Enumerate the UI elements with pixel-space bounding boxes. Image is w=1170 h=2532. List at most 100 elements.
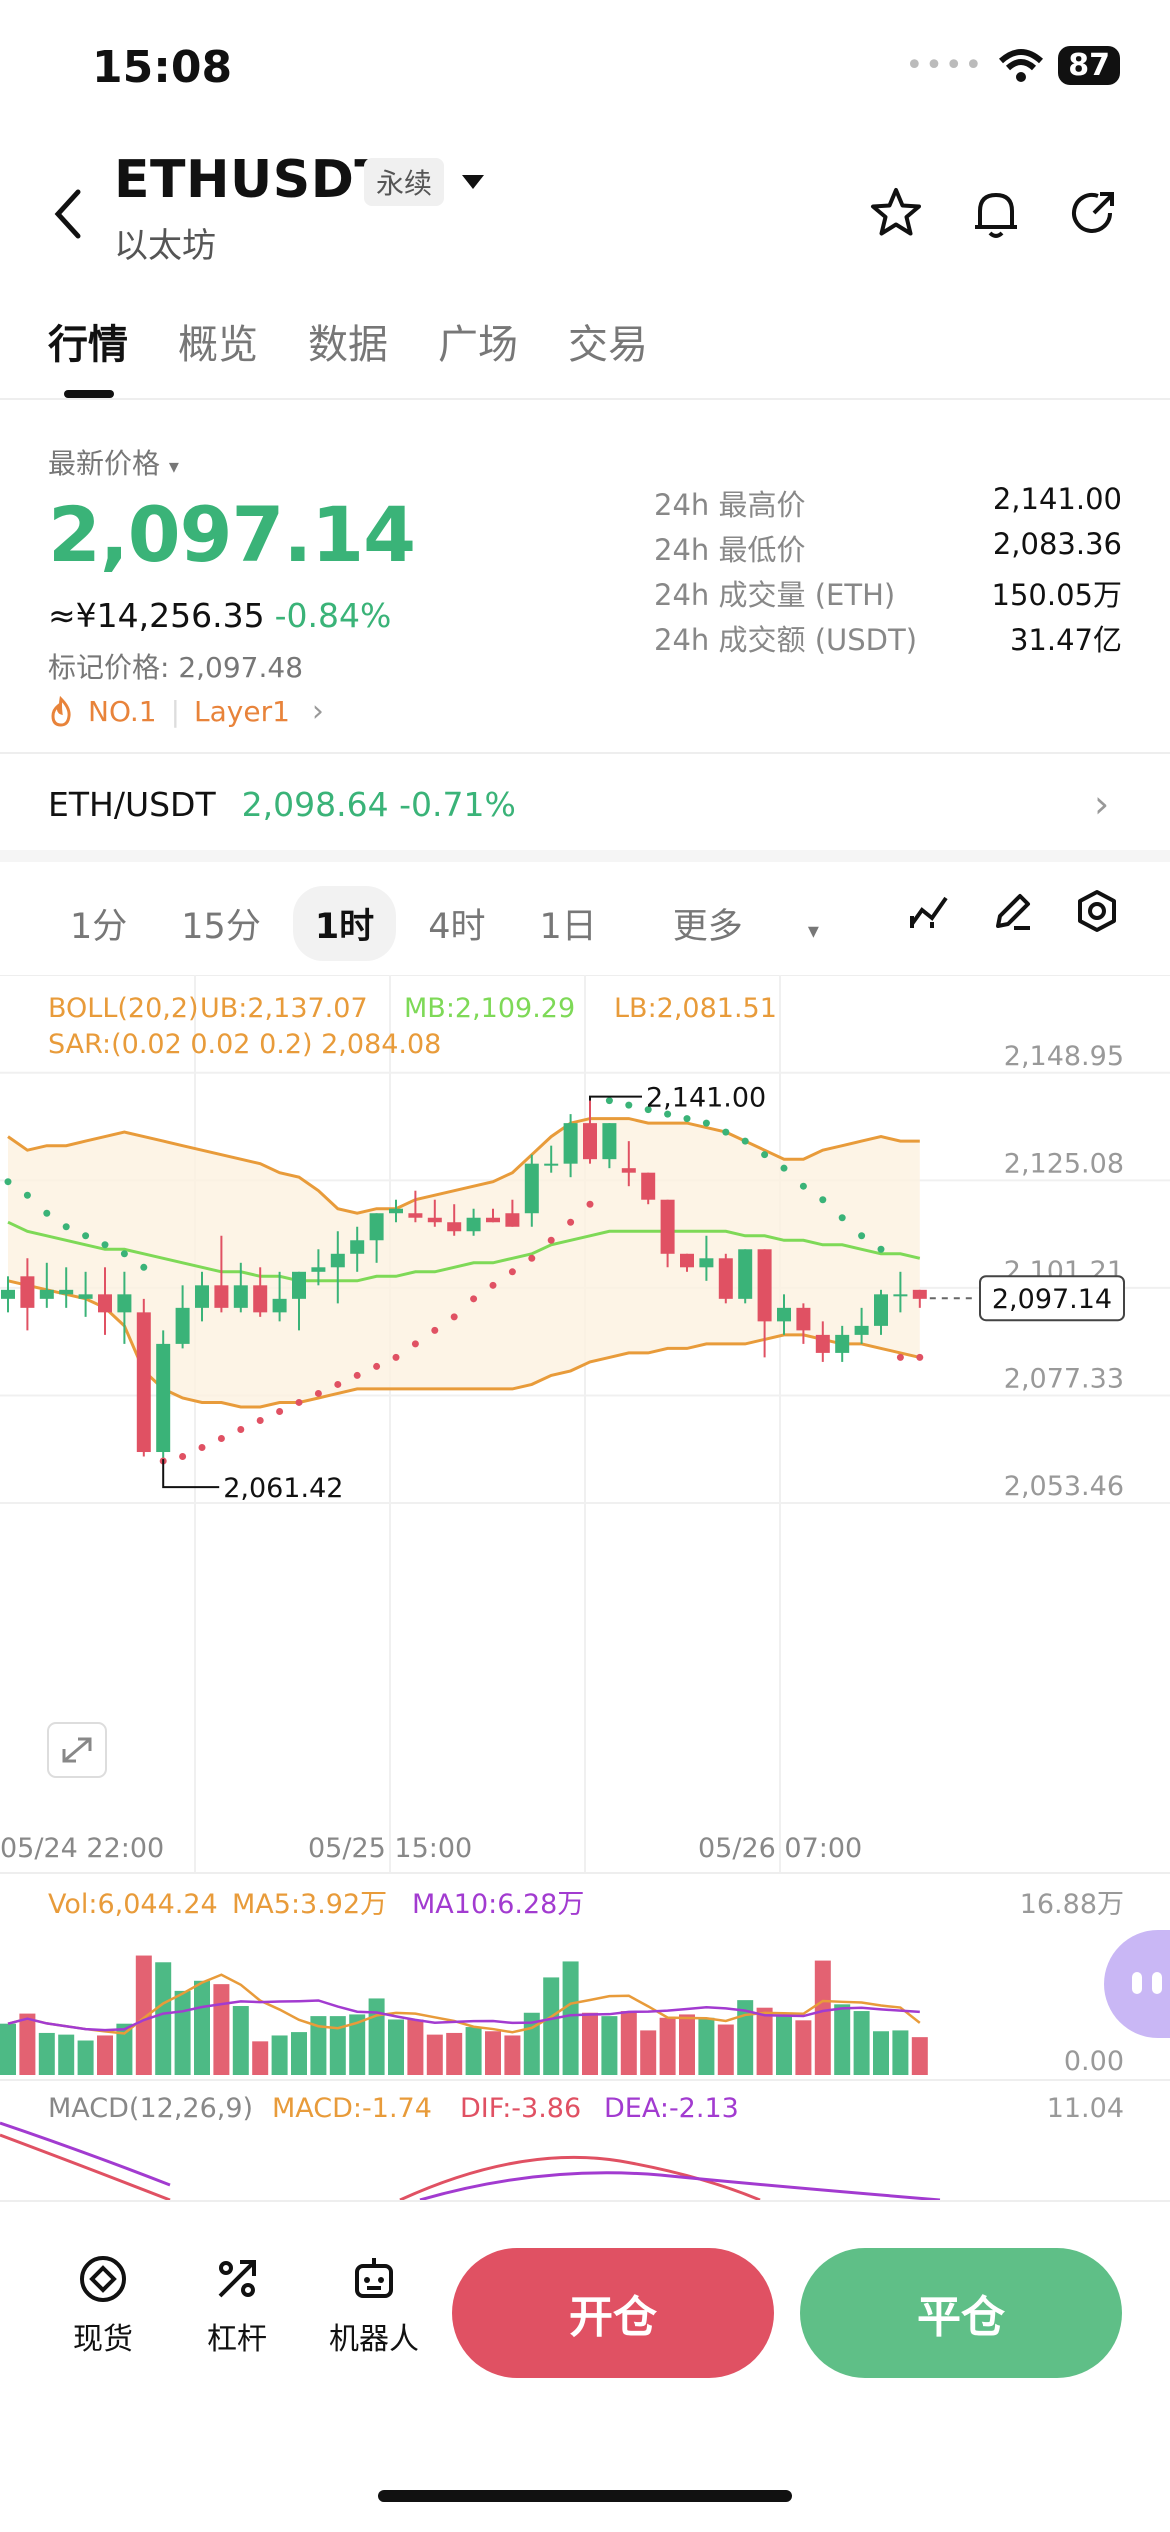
back-arrow-icon[interactable]: [50, 188, 86, 240]
sar-dot: [295, 1398, 303, 1406]
dif-value: DIF:-3.86: [460, 2093, 581, 2124]
timeframe-1d[interactable]: 1日: [517, 886, 618, 961]
sar-dot: [23, 1191, 31, 1199]
spot-pair-row[interactable]: ETH/USDT 2,098.64 -0.71%: [48, 785, 516, 824]
volume-bar: [485, 2031, 501, 2075]
close-position-button[interactable]: 平仓: [800, 2248, 1122, 2378]
sar-dot: [373, 1362, 381, 1370]
candle-body: [738, 1249, 753, 1299]
share-icon[interactable]: [1064, 185, 1120, 241]
volume-bar: [465, 2027, 482, 2075]
expand-chart-button[interactable]: [47, 1722, 107, 1778]
section-gap: [0, 850, 1170, 862]
star-icon[interactable]: [868, 185, 924, 241]
timeframe-1m[interactable]: 1分: [48, 886, 149, 961]
candle-body: [621, 1168, 636, 1173]
contract-symbol[interactable]: ETHUSDT: [114, 150, 390, 210]
y-tick-label: 2,077.33: [1004, 1363, 1124, 1394]
tab-data[interactable]: 数据: [308, 312, 388, 370]
rank-badges[interactable]: NO.1 | Layer1 ›: [48, 694, 324, 729]
tab-square[interactable]: 广场: [438, 312, 518, 370]
sar-dot: [722, 1128, 730, 1136]
sar-dot: [916, 1353, 924, 1361]
open-position-button[interactable]: 开仓: [452, 2248, 774, 2378]
sar-dot: [82, 1232, 90, 1240]
sar-dot: [198, 1444, 206, 1452]
candle-body: [815, 1334, 830, 1353]
candle-body: [408, 1213, 423, 1218]
mark-price: 标记价格: 2,097.48: [48, 651, 304, 684]
stat-row: 24h 最高价 2,141.00: [654, 482, 1122, 522]
volume-bar: [116, 2023, 133, 2075]
candle-body: [233, 1285, 248, 1308]
candle-body: [214, 1285, 229, 1308]
volume-label: Vol:6,044.24: [48, 1889, 218, 1920]
candle-body: [389, 1208, 403, 1214]
sar-dot: [140, 1263, 148, 1271]
nav-spot[interactable]: 现货: [66, 2252, 140, 2358]
nav-margin[interactable]: 杠杆: [200, 2252, 274, 2358]
nav-bot[interactable]: 机器人: [324, 2252, 424, 2358]
volume-bar: [698, 2017, 715, 2075]
sar-dot: [761, 1151, 769, 1159]
sar-dot: [450, 1313, 458, 1321]
indicator-icon[interactable]: [906, 888, 952, 934]
candle-body: [777, 1307, 791, 1322]
spot-icon: [80, 2256, 126, 2302]
tab-market[interactable]: 行情: [48, 312, 128, 370]
candle-body: [602, 1123, 617, 1160]
draw-pencil-icon[interactable]: [990, 888, 1036, 934]
candle-body: [874, 1294, 888, 1326]
volume-bar: [174, 1990, 191, 2075]
sar-dot: [838, 1214, 846, 1222]
x-tick-label: 05/25 15:00: [308, 1833, 472, 1864]
chevron-right-icon[interactable]: ›: [1094, 782, 1109, 826]
timeframe-15m[interactable]: 15分: [159, 886, 283, 961]
sar-dot: [256, 1416, 264, 1424]
volume-bar: [795, 2020, 812, 2075]
sar-dot: [276, 1407, 284, 1415]
nav-margin-label: 杠杆: [207, 2322, 267, 2357]
candle-body: [1, 1289, 15, 1299]
timeframe-more[interactable]: 更多 ▾: [629, 886, 873, 961]
volume-bar: [679, 2014, 695, 2075]
tab-trade[interactable]: 交易: [568, 312, 648, 370]
volume-bar: [620, 2011, 637, 2075]
volume-bar: [717, 2024, 734, 2075]
candle-body: [427, 1217, 442, 1223]
chevron-right-icon: ›: [311, 694, 324, 729]
contract-type-badge: 永续: [364, 158, 445, 206]
kline-chart[interactable]: BOLL(20,2) UB:2,137.07 MB:2,109.29 LB:2,…: [0, 975, 1170, 2200]
candle-body: [20, 1276, 35, 1308]
candle-body: [680, 1253, 694, 1268]
sar-dot: [411, 1340, 419, 1348]
price-cny: ≈¥14,256.35: [48, 596, 265, 635]
low-price-label: 2,061.42: [223, 1473, 343, 1504]
sar-dot: [896, 1353, 904, 1361]
candle-body: [311, 1267, 326, 1272]
tab-overview[interactable]: 概览: [178, 312, 258, 370]
margin-icon: [218, 2260, 256, 2298]
candle-body: [486, 1217, 500, 1223]
volume-bar: [213, 1984, 230, 2075]
timeframe-1h[interactable]: 1时: [292, 886, 397, 961]
volume-bar: [446, 2032, 463, 2075]
volume-ma10-label: MA10:6.28万: [412, 1889, 584, 1920]
divider: [0, 398, 1170, 400]
status-time: 15:08: [92, 42, 233, 93]
sar-dot: [605, 1097, 613, 1105]
symbol-dropdown-icon[interactable]: [462, 175, 484, 189]
sar-label: SAR:(0.02 0.02 0.2) 2,084.08: [48, 1029, 441, 1060]
high-marker-line: [589, 1095, 642, 1101]
candle-body: [524, 1163, 539, 1214]
settings-icon[interactable]: [1074, 888, 1120, 934]
bell-icon[interactable]: [968, 185, 1024, 241]
sar-dot: [43, 1209, 51, 1217]
rank-label: NO.1: [88, 695, 157, 728]
last-price-label[interactable]: 最新价格 ▾: [48, 442, 179, 482]
volume-bar: [194, 1980, 210, 2075]
candle-body: [757, 1249, 772, 1322]
volume-bar: [19, 2013, 36, 2075]
timeframe-4h[interactable]: 4时: [406, 886, 507, 961]
divider: [0, 2200, 1170, 2202]
